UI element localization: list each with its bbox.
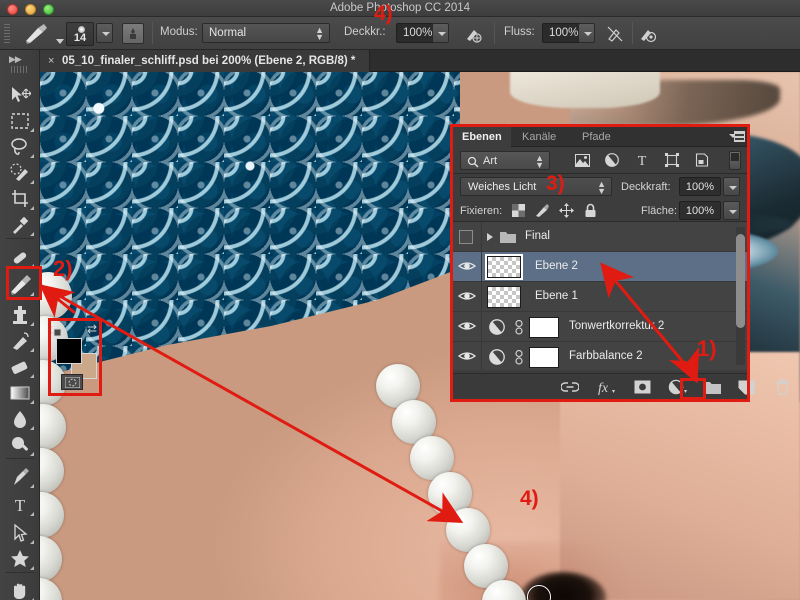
pen-tool[interactable]: [4, 464, 36, 490]
brush-size-field[interactable]: 14: [66, 22, 94, 46]
options-separator: [152, 22, 153, 44]
tool-flyout-corner-icon: [30, 512, 34, 516]
tool-flyout-corner-icon: [30, 400, 34, 404]
options-bar-grip[interactable]: [4, 24, 10, 43]
tool-flyout-corner-icon: [30, 348, 34, 352]
tool-flyout-corner-icon: [30, 180, 34, 184]
options-separator-3: [632, 22, 633, 44]
brush-size-stepper[interactable]: [96, 23, 113, 43]
tools-panel: ▶▶ T: [0, 50, 40, 600]
tool-flyout-corner-icon: [30, 206, 34, 210]
brush-size-value: 14: [73, 32, 87, 44]
quick-selection-tool[interactable]: [4, 160, 36, 186]
hand-tool[interactable]: [4, 578, 36, 600]
annotation-marker-4-top: 4): [374, 2, 393, 25]
tool-divider: [6, 238, 34, 239]
mode-label: Modus:: [160, 26, 198, 38]
collapse-panel-icon[interactable]: ▶▶: [9, 54, 22, 65]
flow-label: Fluss:: [504, 26, 535, 38]
svg-text:T: T: [15, 496, 26, 514]
pressure-opacity-icon[interactable]: [462, 23, 484, 44]
new-layer-button-highlight: [680, 378, 706, 400]
tool-flyout-corner-icon: [30, 452, 34, 456]
opacity-value: 100%: [403, 27, 433, 39]
dodge-tool[interactable]: [4, 432, 36, 458]
history-brush-tool[interactable]: [4, 328, 36, 354]
tool-flyout-corner-icon: [30, 484, 34, 488]
tool-flyout-corner-icon: [30, 232, 34, 236]
tablet-pressure-size-icon[interactable]: [636, 23, 658, 44]
annotation-marker-1: 1): [697, 336, 717, 361]
clone-stamp-tool[interactable]: [4, 302, 36, 328]
brush-preset-chevron-down-icon[interactable]: [56, 39, 64, 44]
app-title: Adobe Photoshop CC 2014: [329, 2, 471, 14]
annotation-marker-3: 3): [546, 172, 565, 195]
eyedropper-tool[interactable]: [4, 212, 36, 238]
eraser-tool[interactable]: [4, 354, 36, 380]
brush-preview-icon[interactable]: [22, 22, 52, 45]
document-tab[interactable]: × 05_10_finaler_schliff.psd bei 200% (Eb…: [40, 50, 371, 72]
annotation-marker-2: 2): [53, 256, 73, 281]
tool-flyout-corner-icon: [30, 154, 34, 158]
lasso-tool[interactable]: [4, 134, 36, 160]
close-icon[interactable]: ×: [48, 50, 54, 72]
document-tab-strip: × 05_10_finaler_schliff.psd bei 200% (Eb…: [40, 50, 800, 72]
tool-divider-2: [6, 458, 34, 459]
document-tab-title: 05_10_finaler_schliff.psd bei 200% (Eben…: [62, 55, 356, 67]
flow-value: 100%: [549, 27, 579, 39]
chevron-updown-icon: ▲ ▼: [315, 25, 324, 42]
color-widget-highlight: [48, 318, 102, 396]
window-title-bar: Adobe Photoshop CC 2014: [0, 0, 800, 17]
photoshop-window: Adobe Photoshop CC 2014 14 Modus: Normal…: [0, 0, 800, 600]
airbrush-icon[interactable]: [604, 23, 626, 44]
gradient-tool[interactable]: [4, 380, 36, 406]
tool-options-bar: 14 Modus: Normal ▲ ▼ Deckkr.: 100% Fluss…: [0, 17, 800, 50]
blend-mode-options-select[interactable]: Normal ▲ ▼: [202, 23, 330, 43]
custom-shape-tool[interactable]: [4, 546, 36, 572]
tool-divider-3: [6, 572, 34, 573]
tool-flyout-corner-icon: [30, 128, 34, 132]
brush-tool-highlight: [6, 266, 42, 300]
tools-panel-grip[interactable]: [11, 66, 29, 73]
move-tool[interactable]: [4, 82, 36, 108]
type-tool[interactable]: T: [4, 492, 36, 518]
path-selection-tool[interactable]: [4, 520, 36, 546]
opacity-stepper[interactable]: [432, 23, 449, 43]
brush-panel-toggle-icon[interactable]: [122, 23, 144, 44]
blur-tool[interactable]: [4, 406, 36, 432]
opacity-label: Deckkr.:: [344, 26, 386, 38]
rectangular-marquee-tool[interactable]: [4, 108, 36, 134]
delete-layer-button[interactable]: [771, 378, 793, 396]
tool-flyout-corner-icon: [30, 566, 34, 570]
tool-flyout-corner-icon: [30, 374, 34, 378]
tool-flyout-corner-icon: [30, 322, 34, 326]
options-separator-2: [494, 22, 495, 44]
annotation-marker-4-canvas: 4): [520, 487, 539, 510]
mode-value: Normal: [209, 27, 247, 39]
tool-flyout-corner-icon: [30, 540, 34, 544]
crop-tool[interactable]: [4, 186, 36, 212]
tool-flyout-corner-icon: [30, 426, 34, 430]
flow-stepper[interactable]: [578, 23, 595, 43]
